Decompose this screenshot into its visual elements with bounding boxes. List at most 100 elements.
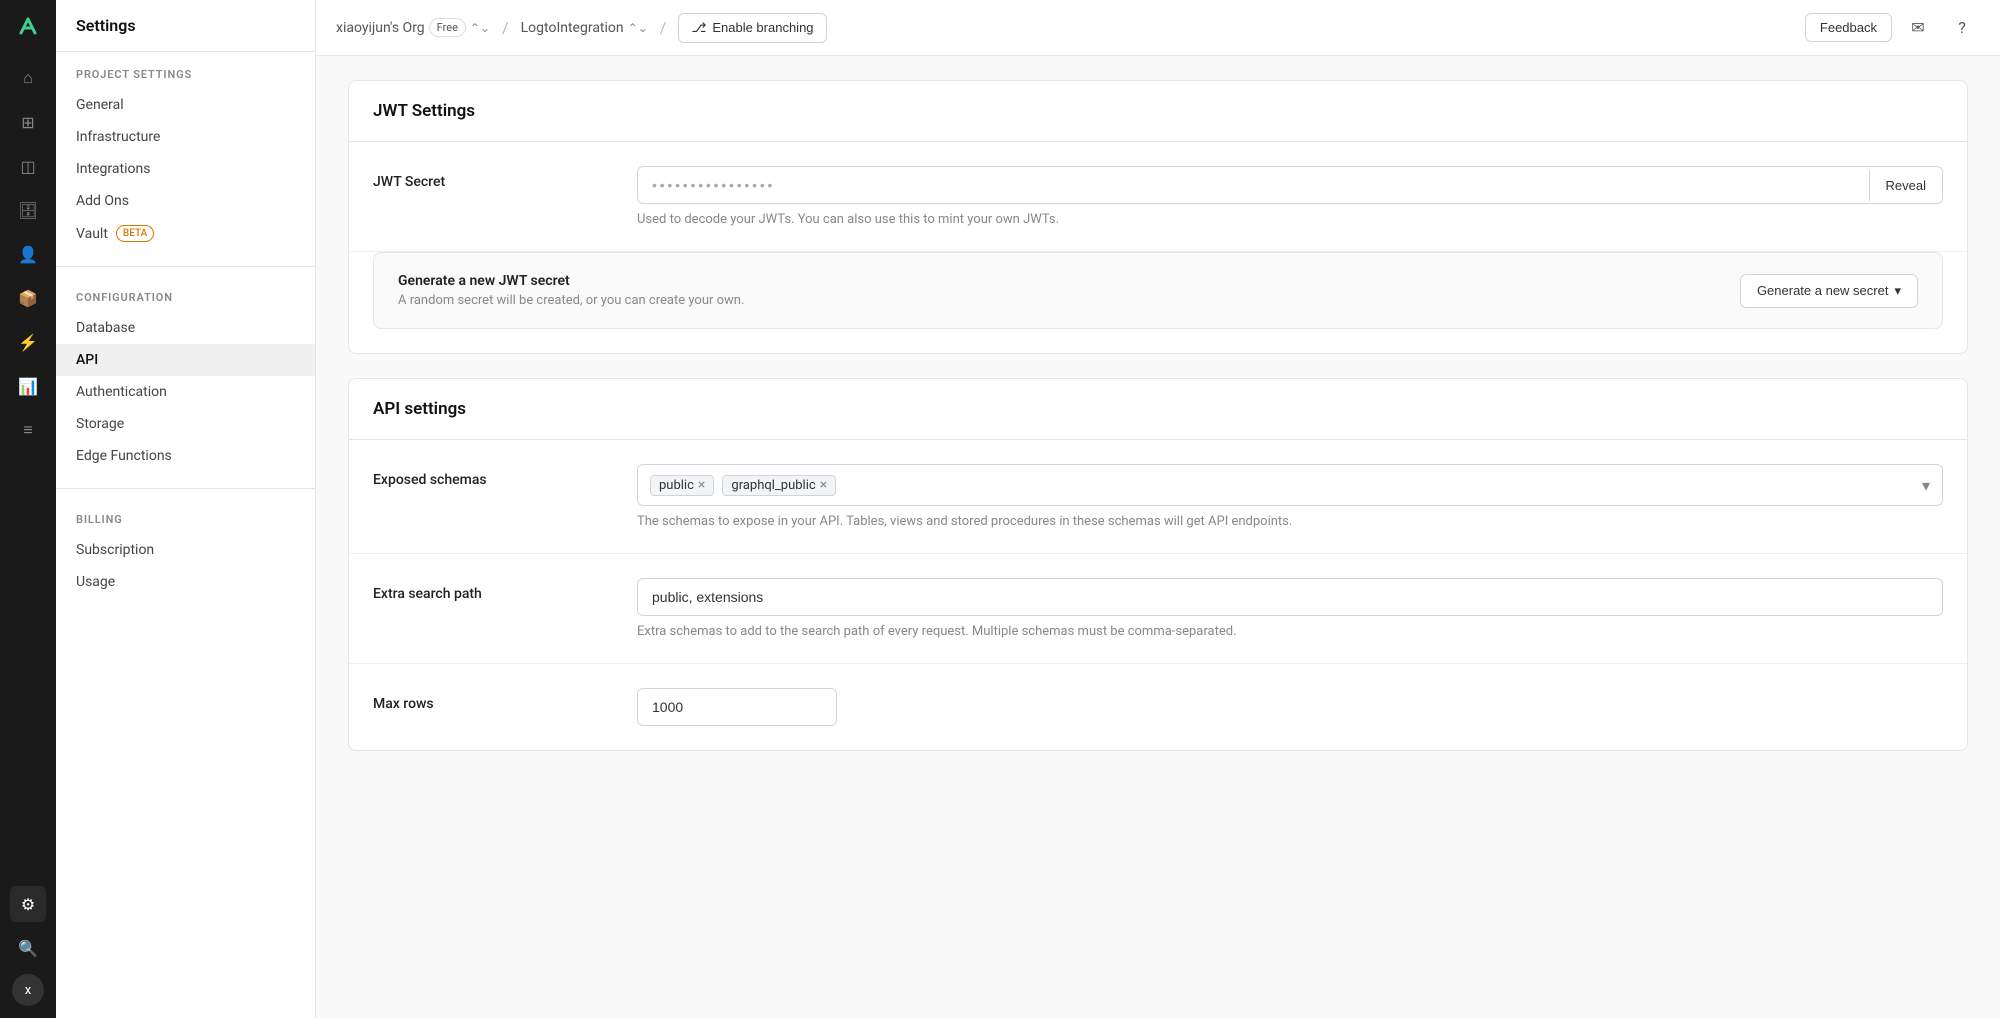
configuration-title: CONFIGURATION [56, 291, 315, 312]
main: xiaoyijun's Org Free ⌃⌄ / LogtoIntegrati… [316, 0, 2000, 1018]
storage-icon[interactable]: 📦 [10, 280, 46, 316]
org-name: xiaoyijun's Org [336, 20, 425, 36]
icon-bar: ⌂ ⊞ ◫ 🗄 👤 📦 ⚡ 📊 ≡ ⚙ 🔍 x [0, 0, 56, 1018]
exposed-schemas-field: public × graphql_public × ▾ The schemas … [637, 464, 1943, 529]
jwt-settings-card: JWT Settings JWT Secret Reveal Used to d… [348, 80, 1968, 354]
reveal-button[interactable]: Reveal [1869, 170, 1942, 201]
project-chevron-icon: ⌃⌄ [628, 21, 648, 35]
generate-box-desc: A random secret will be created, or you … [398, 293, 744, 308]
remove-public-tag-icon[interactable]: × [698, 478, 705, 492]
home-icon[interactable]: ⌂ [10, 60, 46, 96]
max-rows-field [637, 688, 1943, 726]
breadcrumb-sep-1: / [502, 18, 509, 37]
org-chevron-icon: ⌃⌄ [470, 21, 490, 35]
sidebar-item-label: Database [76, 320, 135, 336]
chevron-down-icon: ▾ [1894, 283, 1901, 299]
max-rows-label: Max rows [373, 688, 613, 712]
settings-icon[interactable]: ⚙ [10, 886, 46, 922]
org-selector[interactable]: xiaoyijun's Org Free ⌃⌄ [336, 18, 490, 37]
generate-secret-label: Generate a new secret [1757, 283, 1889, 298]
sidebar: Settings PROJECT SETTINGS General Infras… [56, 0, 316, 1018]
sidebar-item-authentication[interactable]: Authentication [56, 376, 315, 408]
project-name: LogtoIntegration [521, 20, 624, 36]
max-rows-input[interactable] [637, 688, 837, 726]
sidebar-item-label: Authentication [76, 384, 167, 400]
tag-label: public [659, 478, 694, 493]
mail-icon[interactable]: ✉ [1900, 10, 1936, 46]
max-rows-row: Max rows [349, 664, 1967, 750]
feedback-button[interactable]: Feedback [1805, 13, 1892, 42]
jwt-secret-row: JWT Secret Reveal Used to decode your JW… [349, 142, 1967, 252]
sidebar-item-label: Edge Functions [76, 448, 172, 464]
sidebar-title: Settings [56, 0, 315, 52]
schema-tag-graphql-public[interactable]: graphql_public × [722, 475, 836, 496]
sidebar-item-vault[interactable]: Vault BETA [56, 217, 315, 250]
exposed-schemas-hint: The schemas to expose in your API. Table… [637, 514, 1943, 529]
jwt-settings-title: JWT Settings [349, 81, 1967, 142]
exposed-schemas-label: Exposed schemas [373, 464, 613, 488]
sidebar-item-label: General [76, 97, 124, 113]
configuration-section: CONFIGURATION Database API Authenticatio… [56, 275, 315, 480]
plan-badge: Free [429, 18, 466, 37]
app-logo[interactable] [14, 12, 42, 44]
reports-icon[interactable]: 📊 [10, 368, 46, 404]
sidebar-divider-1 [56, 266, 315, 267]
sidebar-item-api[interactable]: API [56, 344, 315, 376]
beta-badge: BETA [116, 225, 154, 242]
billing-title: BILLING [56, 513, 315, 534]
functions-icon[interactable]: ⚡ [10, 324, 46, 360]
sidebar-item-infrastructure[interactable]: Infrastructure [56, 121, 315, 153]
sidebar-item-integrations[interactable]: Integrations [56, 153, 315, 185]
billing-section: BILLING Subscription Usage [56, 497, 315, 606]
tag-label: graphql_public [731, 478, 815, 493]
sidebar-item-database[interactable]: Database [56, 312, 315, 344]
sidebar-item-label: Integrations [76, 161, 150, 177]
sidebar-item-storage[interactable]: Storage [56, 408, 315, 440]
schema-tag-public[interactable]: public × [650, 475, 714, 496]
help-icon[interactable]: ? [1944, 10, 1980, 46]
sidebar-item-general[interactable]: General [56, 89, 315, 121]
enable-branching-label: Enable branching [712, 20, 813, 35]
avatar-icon[interactable]: x [12, 974, 44, 1006]
jwt-secret-input[interactable] [638, 167, 1869, 203]
sidebar-item-label: Usage [76, 574, 115, 590]
content-area: JWT Settings JWT Secret Reveal Used to d… [316, 56, 2000, 1018]
table-icon[interactable]: ⊞ [10, 104, 46, 140]
breadcrumb-sep-2: / [660, 18, 667, 37]
sidebar-item-add-ons[interactable]: Add Ons [56, 185, 315, 217]
enable-branching-button[interactable]: ⎇ Enable branching [678, 13, 826, 43]
jwt-secret-field: Reveal Used to decode your JWTs. You can… [637, 166, 1943, 227]
project-selector[interactable]: LogtoIntegration ⌃⌄ [521, 20, 648, 36]
remove-graphql-public-tag-icon[interactable]: × [820, 478, 827, 492]
sidebar-item-label: API [76, 352, 98, 368]
jwt-secret-hint: Used to decode your JWTs. You can also u… [637, 212, 1943, 227]
sidebar-item-label: Storage [76, 416, 124, 432]
project-settings-section: PROJECT SETTINGS General Infrastructure … [56, 52, 315, 258]
sidebar-item-label: Vault [76, 226, 108, 242]
generate-box-text: Generate a new JWT secret A random secre… [398, 273, 744, 308]
extra-search-path-row: Extra search path Extra schemas to add t… [349, 554, 1967, 664]
extra-search-path-input[interactable] [637, 578, 1943, 616]
sidebar-item-subscription[interactable]: Subscription [56, 534, 315, 566]
search-icon[interactable]: 🔍 [10, 930, 46, 966]
sidebar-item-edge-functions[interactable]: Edge Functions [56, 440, 315, 472]
sidebar-item-label: Add Ons [76, 193, 129, 209]
topbar-actions: Feedback ✉ ? [1805, 10, 1980, 46]
generate-secret-box: Generate a new JWT secret A random secre… [373, 252, 1943, 329]
schemas-chevron-icon: ▾ [1922, 476, 1930, 495]
sidebar-item-label: Infrastructure [76, 129, 160, 145]
extra-search-path-field: Extra schemas to add to the search path … [637, 578, 1943, 639]
sidebar-item-usage[interactable]: Usage [56, 566, 315, 598]
editor-icon[interactable]: ◫ [10, 148, 46, 184]
logs-icon[interactable]: ≡ [10, 412, 46, 448]
database-icon[interactable]: 🗄 [10, 192, 46, 228]
sidebar-item-label: Subscription [76, 542, 154, 558]
auth-icon[interactable]: 👤 [10, 236, 46, 272]
topbar: xiaoyijun's Org Free ⌃⌄ / LogtoIntegrati… [316, 0, 2000, 56]
jwt-secret-input-container: Reveal [637, 166, 1943, 204]
exposed-schemas-input[interactable]: public × graphql_public × ▾ [637, 464, 1943, 506]
sidebar-divider-2 [56, 488, 315, 489]
exposed-schemas-row: Exposed schemas public × graphql_public … [349, 440, 1967, 554]
generate-secret-button[interactable]: Generate a new secret ▾ [1740, 274, 1918, 308]
api-settings-title: API settings [349, 379, 1967, 440]
